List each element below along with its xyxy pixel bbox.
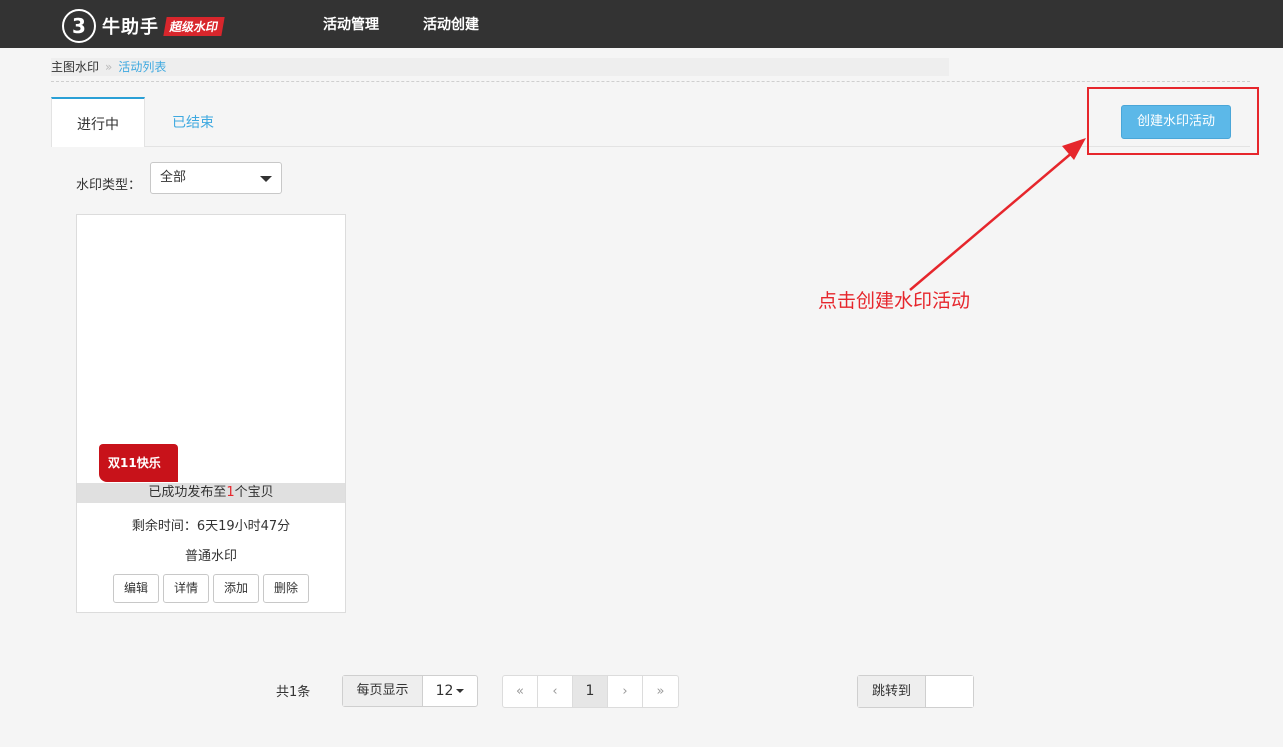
- jump-page-input[interactable]: [926, 676, 973, 707]
- page-1-button[interactable]: 1: [573, 676, 608, 707]
- breadcrumb-current[interactable]: 活动列表: [118, 60, 166, 74]
- jump-label: 跳转到: [858, 676, 926, 707]
- card-actions: 编辑 详情 添加 删除: [113, 574, 309, 603]
- published-prefix: 已成功发布至: [148, 485, 227, 500]
- tab-divider: [145, 146, 1250, 147]
- activity-card: 双11快乐 已成功发布至1个宝贝 剩余时间：6天19小时47分 普通水印 编辑 …: [76, 214, 346, 613]
- watermark-type-value: 全部: [160, 170, 187, 185]
- watermark-type: 普通水印: [184, 549, 237, 564]
- breadcrumb: 主图水印 » 活动列表: [51, 58, 949, 76]
- jump-to-page: 跳转到: [857, 675, 974, 708]
- app-badge: 超级水印: [163, 16, 225, 36]
- nav-activity-create[interactable]: 活动创建: [423, 14, 479, 34]
- per-page-control: 每页显示 12: [342, 675, 478, 707]
- add-button[interactable]: 添加: [213, 574, 259, 603]
- arrow-line: [909, 145, 1081, 291]
- remaining-time: 剩余时间：6天19小时47分: [131, 519, 291, 534]
- published-status: 已成功发布至1个宝贝: [77, 483, 345, 503]
- app-logo[interactable]: 3 牛助手 超级水印: [62, 9, 225, 43]
- prev-page-button[interactable]: ‹: [538, 676, 573, 707]
- first-page-button[interactable]: «: [503, 676, 538, 707]
- watermark-type-select[interactable]: 全部: [150, 162, 282, 194]
- per-page-value: 12: [435, 683, 454, 699]
- create-watermark-activity-button[interactable]: 创建水印活动: [1121, 105, 1231, 139]
- logo-icon: 3: [62, 9, 96, 43]
- published-suffix: 个宝贝: [234, 485, 274, 500]
- nav-activity-management[interactable]: 活动管理: [323, 14, 379, 34]
- per-page-label: 每页显示: [343, 676, 423, 706]
- app-name: 牛助手: [102, 17, 159, 38]
- per-page-select[interactable]: 12: [423, 676, 477, 706]
- breadcrumb-divider: [51, 81, 1250, 82]
- breadcrumb-separator: »: [105, 60, 113, 74]
- published-count: 1: [226, 485, 235, 500]
- watermark-tag: 双11快乐: [99, 444, 178, 482]
- watermark-type-label: 水印类型：: [76, 178, 142, 193]
- breadcrumb-home[interactable]: 主图水印: [51, 60, 99, 74]
- caret-down-icon: [260, 176, 272, 182]
- edit-button[interactable]: 编辑: [113, 574, 159, 603]
- tab-ended[interactable]: 已结束: [148, 97, 238, 147]
- caret-down-icon: [456, 689, 465, 693]
- delete-button[interactable]: 删除: [263, 574, 309, 603]
- tab-in-progress[interactable]: 进行中: [51, 97, 145, 147]
- arrow-head: [1062, 138, 1086, 160]
- annotation-text: 点击创建水印活动: [818, 290, 971, 312]
- pager: « ‹ 1 › »: [502, 675, 679, 708]
- details-button[interactable]: 详情: [163, 574, 209, 603]
- last-page-button[interactable]: »: [643, 676, 678, 707]
- total-count: 共1条: [276, 685, 311, 700]
- next-page-button[interactable]: ›: [608, 676, 643, 707]
- top-bar: 3 牛助手 超级水印 活动管理 活动创建: [0, 0, 1283, 48]
